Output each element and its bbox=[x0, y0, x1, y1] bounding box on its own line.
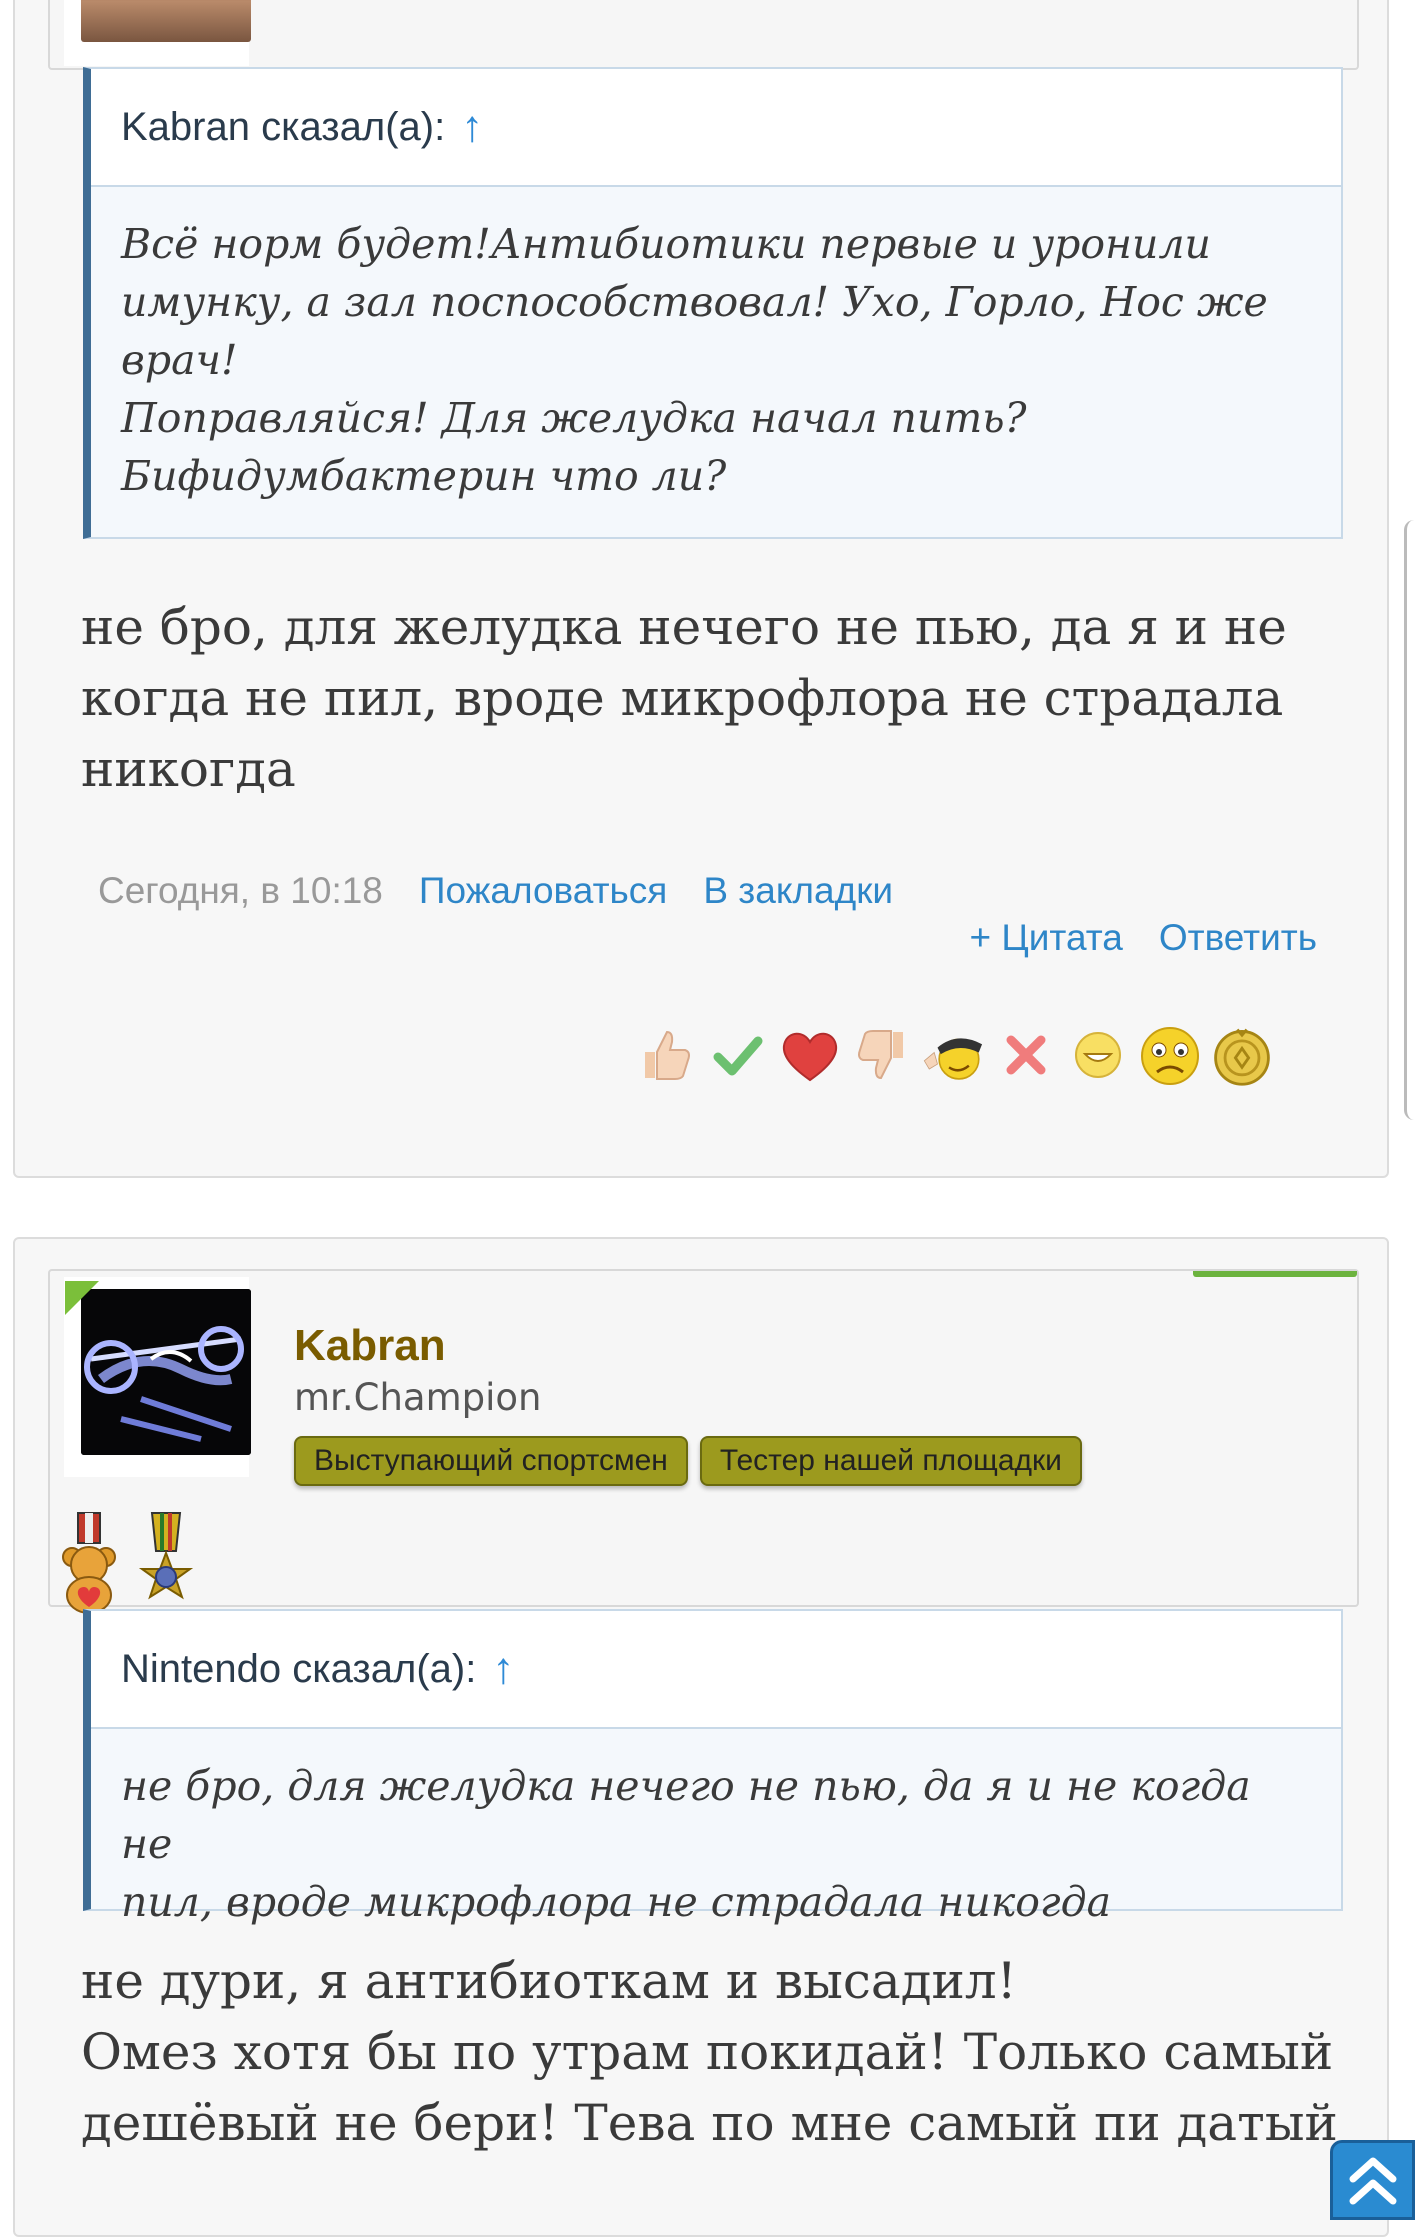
badge-tester: Тестер нашей площадки bbox=[699, 1436, 1082, 1486]
quote-line: пил, вроде микрофлора не страдала никогд… bbox=[121, 1878, 1112, 1926]
post-message: не бро, для желудка нечего не пью, да я … bbox=[81, 592, 1371, 805]
quote-line: Всё норм будет!Антибиотики первые и урон… bbox=[121, 220, 1211, 268]
checkmark-icon[interactable] bbox=[705, 1022, 771, 1088]
user-info-block bbox=[48, 0, 1359, 70]
thumbs-up-icon[interactable] bbox=[633, 1022, 699, 1088]
avatar-frame bbox=[64, 0, 251, 66]
scroll-to-top-button[interactable] bbox=[1330, 2140, 1415, 2220]
grin-smiley-icon[interactable] bbox=[1065, 1022, 1131, 1088]
heart-icon[interactable] bbox=[777, 1022, 843, 1088]
message-line: дешёвый не бери! Тева по мне самый пи да… bbox=[81, 2094, 1338, 2152]
user-info-block: Kabran mr.Champion Выступающий спортсмен… bbox=[48, 1269, 1359, 1614]
quote-header: Kabran сказал(а): ↑ bbox=[91, 69, 1341, 187]
cross-icon[interactable] bbox=[993, 1022, 1059, 1088]
medal-coin-icon[interactable] bbox=[1209, 1022, 1275, 1088]
post-1: Kabran сказал(а): ↑ Всё норм будет!Антиб… bbox=[13, 0, 1389, 1178]
post-meta: Сегодня, в 10:18 Пожаловаться В закладки bbox=[98, 870, 893, 912]
quote-author: Nintendo сказал(а): bbox=[121, 1646, 477, 1691]
quote-text: не бро, для желудка нечего не пью, да я … bbox=[91, 1729, 1341, 1931]
quote-author: Kabran сказал(а): bbox=[121, 104, 446, 149]
user-badges: Выступающий спортсмен Тестер нашей площа… bbox=[294, 1436, 1082, 1486]
post-actions: + Цитата Ответить bbox=[970, 917, 1318, 959]
quote-line: не бро, для желудка нечего не пью, да я … bbox=[121, 1762, 1251, 1868]
quote-header: Nintendo сказал(а): ↑ bbox=[91, 1611, 1341, 1729]
bookmark-link[interactable]: В закладки bbox=[703, 870, 893, 912]
post-timestamp[interactable]: Сегодня, в 10:18 bbox=[98, 870, 383, 912]
message-line: когда не пил, вроде микрофлора не страда… bbox=[81, 669, 1284, 727]
scroll-indicator[interactable] bbox=[1404, 520, 1415, 1120]
teddy-bear-award-icon[interactable] bbox=[60, 1511, 120, 1615]
quote-text: Всё норм будет!Антибиотики первые и урон… bbox=[91, 187, 1341, 505]
quote-line: имунку, а зал поспособствовал! Ухо, Горл… bbox=[121, 278, 1268, 326]
star-medal-award-icon[interactable] bbox=[136, 1511, 196, 1615]
go-to-quoted-post-icon[interactable]: ↑ bbox=[492, 1644, 514, 1694]
quote-line: врач! bbox=[121, 336, 238, 384]
quote-block: Nintendo сказал(а): ↑ не бро, для желудк… bbox=[83, 1609, 1343, 1926]
quote-block: Kabran сказал(а): ↑ Всё норм будет!Антиб… bbox=[83, 67, 1343, 539]
report-link[interactable]: Пожаловаться bbox=[419, 870, 667, 912]
message-line: Омез хотя бы по утрам покидай! Только са… bbox=[81, 2023, 1334, 2081]
online-indicator bbox=[65, 1281, 99, 1315]
thumbs-down-icon[interactable] bbox=[849, 1022, 915, 1088]
sad-smiley-icon[interactable] bbox=[1137, 1022, 1203, 1088]
username[interactable]: Kabran bbox=[294, 1321, 446, 1371]
avatar[interactable] bbox=[81, 0, 251, 42]
quote-line: Бифидумбактерин что ли? bbox=[121, 452, 727, 500]
quote-button[interactable]: + Цитата bbox=[970, 917, 1123, 959]
double-chevron-up-icon bbox=[1349, 2157, 1396, 2205]
post-2: Kabran mr.Champion Выступающий спортсмен… bbox=[13, 1237, 1389, 2237]
reply-button[interactable]: Ответить bbox=[1159, 917, 1317, 959]
badge-athlete: Выступающий спортсмен bbox=[294, 1436, 688, 1486]
user-awards bbox=[60, 1511, 196, 1615]
quote-line: Поправляйся! Для желудка начал пить? bbox=[121, 394, 1027, 442]
post-message: не дури, я антибиоткам и высадил! Омез х… bbox=[81, 1946, 1371, 2159]
message-line: никогда bbox=[81, 740, 296, 798]
go-to-quoted-post-icon[interactable]: ↑ bbox=[461, 102, 483, 152]
message-line: не бро, для желудка нечего не пью, да я … bbox=[81, 598, 1287, 656]
message-line: не дури, я антибиоткам и высадил! bbox=[81, 1952, 1017, 2010]
reaction-bar bbox=[633, 1022, 1275, 1088]
cool-smiley-icon[interactable] bbox=[921, 1022, 987, 1088]
avatar[interactable] bbox=[81, 1289, 251, 1455]
user-title: mr.Champion bbox=[294, 1376, 542, 1419]
user-status-bar bbox=[1193, 1271, 1357, 1277]
